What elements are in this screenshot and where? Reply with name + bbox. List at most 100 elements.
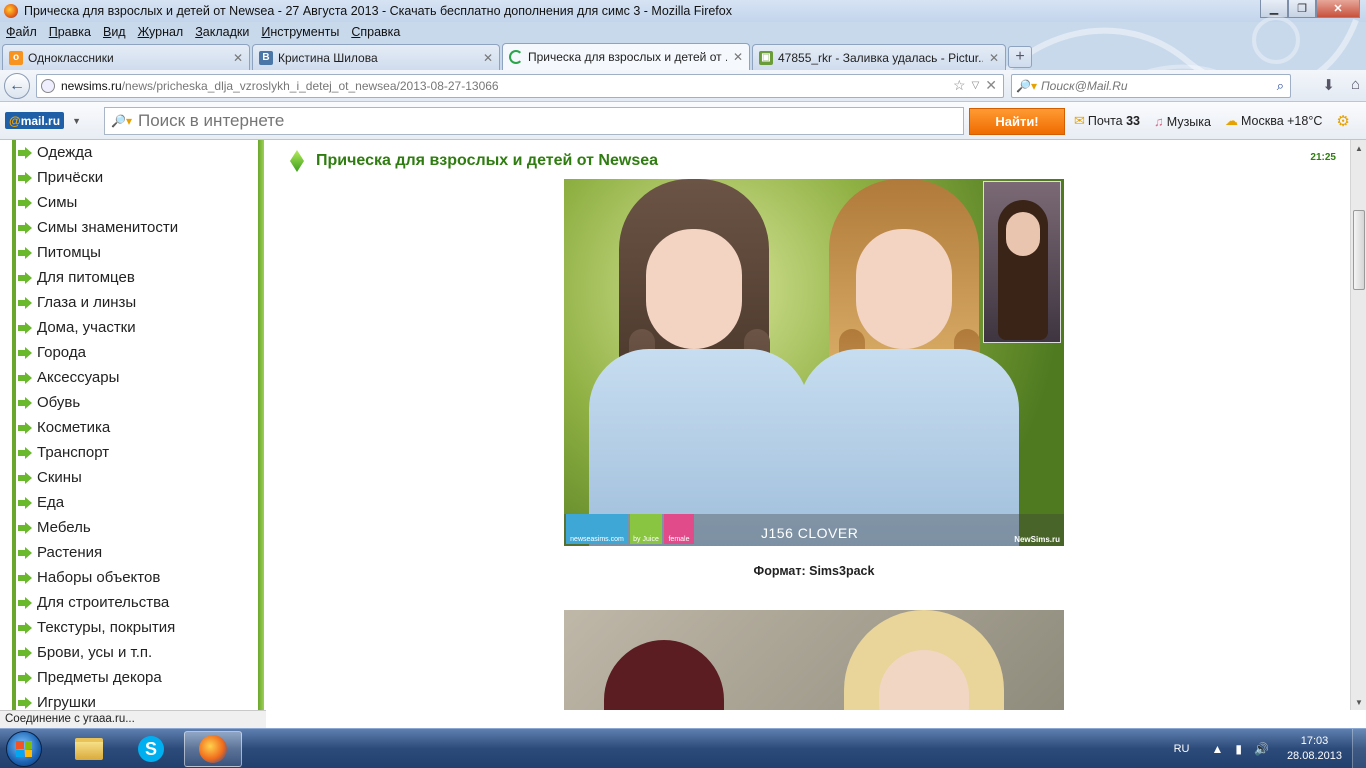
mailru-logo[interactable]: @ mail.ru (5, 112, 65, 129)
dropdown-arrow-icon[interactable]: ▽ (972, 80, 980, 91)
stop-icon[interactable]: ✕ (985, 77, 997, 94)
green-arrow-icon (18, 671, 32, 684)
back-button[interactable]: ← (4, 72, 30, 99)
tab-pictures[interactable]: ▣ 47855_rkr - Заливка удалась - Pictur..… (752, 44, 1006, 70)
search-engine-icon[interactable]: 🔎▾ (1016, 79, 1037, 93)
green-arrow-icon (18, 321, 32, 334)
category-label: Текстуры, покрытия (37, 619, 176, 636)
tab-odnoklassniki[interactable]: о Одноклассники ✕ (2, 44, 250, 70)
status-bar-blank (266, 710, 1366, 728)
show-hidden-icons-icon[interactable]: ▲ (1211, 742, 1223, 756)
windows-flag-icon (16, 741, 32, 757)
image-badges: newseasims.com by Juice female (566, 514, 694, 544)
taskbar-skype[interactable]: S (122, 731, 180, 767)
url-text: newsims.ru/news/pricheska_dlja_vzroslykh… (61, 79, 499, 93)
plumbob-icon (290, 150, 304, 172)
mailru-search-box[interactable]: 🔎▾ (104, 107, 964, 135)
sidebar-category-item[interactable]: Симы знаменитости (18, 215, 178, 240)
url-domain: newsims.ru (61, 79, 122, 93)
sidebar-category-item[interactable]: Растения (18, 540, 178, 565)
format-label: Формат: Sims3pack (753, 564, 875, 578)
category-label: Для строительства (37, 594, 170, 611)
menu-view[interactable]: Вид (103, 25, 126, 39)
address-bar[interactable]: newsims.ru/news/pricheska_dlja_vzroslykh… (36, 74, 1004, 98)
sidebar-category-item[interactable]: Наборы объектов (18, 565, 178, 590)
tab-vk[interactable]: В Кристина Шилова ✕ (252, 44, 500, 70)
category-label: Одежда (37, 144, 93, 161)
home-icon[interactable]: ⌂ (1351, 76, 1360, 94)
search-input[interactable] (1040, 79, 1277, 93)
menu-bookmarks[interactable]: Закладки (195, 25, 249, 39)
reference-photo-inset (983, 181, 1061, 343)
sidebar-category-item[interactable]: Еда (18, 490, 178, 515)
bookmark-star-icon[interactable]: ☆ (953, 77, 966, 94)
mailru-search-input[interactable] (137, 111, 963, 131)
sidebar-category-item[interactable]: Города (18, 340, 178, 365)
address-controls: ☆ ▽ ✕ (953, 77, 997, 94)
tab-newsims-active[interactable]: Прическа для взрослых и детей от ... ✕ (502, 43, 750, 70)
volume-icon[interactable]: 🔊 (1254, 742, 1269, 756)
close-tab-icon[interactable]: ✕ (483, 51, 493, 65)
find-button[interactable]: Найти! (969, 108, 1065, 135)
green-arrow-icon (18, 221, 32, 234)
sidebar-category-item[interactable]: Косметика (18, 415, 178, 440)
category-list: Одежда Причёски Симы Симы знаменитости Питом… (18, 140, 178, 715)
scroll-thumb[interactable] (1353, 210, 1365, 290)
sidebar-category-item[interactable]: Транспорт (18, 440, 178, 465)
menu-help[interactable]: Справка (351, 25, 400, 39)
image-icon: ▣ (759, 50, 773, 65)
sidebar-category-item[interactable]: Мебель (18, 515, 178, 540)
weather-widget[interactable]: ☁ Москва +18°C (1225, 113, 1322, 129)
close-tab-icon[interactable]: ✕ (989, 51, 999, 65)
minimize-button[interactable]: ▁ (1260, 0, 1288, 18)
settings-gear-icon[interactable]: ⚙ (1336, 112, 1349, 130)
sidebar-category-item[interactable]: Питомцы (18, 240, 178, 265)
sidebar-category-item[interactable]: Симы (18, 190, 178, 215)
sidebar-category-item[interactable]: Текстуры, покрытия (18, 615, 178, 640)
downloads-icon[interactable]: ⬇ (1322, 76, 1335, 94)
search-engine-icon[interactable]: 🔎▾ (111, 114, 132, 128)
mailru-menu-arrow-icon[interactable]: ▼ (72, 116, 81, 126)
language-indicator[interactable]: RU (1174, 743, 1190, 755)
show-desktop-button[interactable] (1352, 729, 1366, 768)
second-preview-image[interactable] (564, 610, 1064, 710)
search-go-icon[interactable]: ⌕ (1277, 78, 1284, 94)
sidebar-category-item[interactable]: Обувь (18, 390, 178, 415)
menu-tools[interactable]: Инструменты (261, 25, 339, 39)
sidebar-category-item[interactable]: Одежда (18, 140, 178, 165)
category-label: Дома, участки (37, 319, 136, 336)
sidebar-category-item[interactable]: Глаза и линзы (18, 290, 178, 315)
clock[interactable]: 17:03 28.08.2013 (1287, 734, 1342, 764)
close-tab-icon[interactable]: ✕ (233, 51, 243, 65)
music-widget[interactable]: ♫ Музыка (1154, 114, 1211, 129)
network-icon[interactable]: ▮ (1235, 742, 1242, 756)
sidebar-category-item[interactable]: Для строительства (18, 590, 178, 615)
search-bar[interactable]: 🔎▾ ⌕ (1011, 74, 1291, 98)
scroll-up-icon[interactable]: ▲ (1351, 140, 1366, 156)
maximize-button[interactable]: ❐ (1288, 0, 1316, 18)
green-arrow-icon (18, 521, 32, 534)
page-scrollbar[interactable]: ▲ ▼ (1350, 140, 1366, 710)
menu-edit[interactable]: Правка (49, 25, 91, 39)
sidebar-category-item[interactable]: Предметы декора (18, 665, 178, 690)
odnoklassniki-icon: о (9, 50, 23, 65)
scroll-down-icon[interactable]: ▼ (1351, 694, 1366, 710)
menu-history[interactable]: Журнал (138, 25, 184, 39)
mail-widget[interactable]: ✉ Почта 33 (1074, 113, 1140, 129)
hairstyle-preview-image[interactable]: newseasims.com by Juice female J156 CLOV… (564, 179, 1064, 546)
close-button[interactable]: ✕ (1316, 0, 1360, 18)
sidebar-category-item[interactable]: Дома, участки (18, 315, 178, 340)
sidebar-category-item[interactable]: Аксессуары (18, 365, 178, 390)
taskbar-firefox[interactable] (184, 731, 242, 767)
start-button[interactable] (6, 731, 42, 767)
sidebar-category-item[interactable]: Причёски (18, 165, 178, 190)
new-tab-button[interactable]: + (1008, 46, 1032, 68)
sidebar-left-border (12, 140, 16, 710)
taskbar-explorer[interactable] (60, 731, 118, 767)
post-title[interactable]: Прическа для взрослых и детей от Newsea (316, 152, 658, 170)
sidebar-category-item[interactable]: Брови, усы и т.п. (18, 640, 178, 665)
sidebar-category-item[interactable]: Для питомцев (18, 265, 178, 290)
menu-file[interactable]: Файл (6, 25, 37, 39)
close-tab-icon[interactable]: ✕ (733, 50, 743, 64)
sidebar-category-item[interactable]: Скины (18, 465, 178, 490)
